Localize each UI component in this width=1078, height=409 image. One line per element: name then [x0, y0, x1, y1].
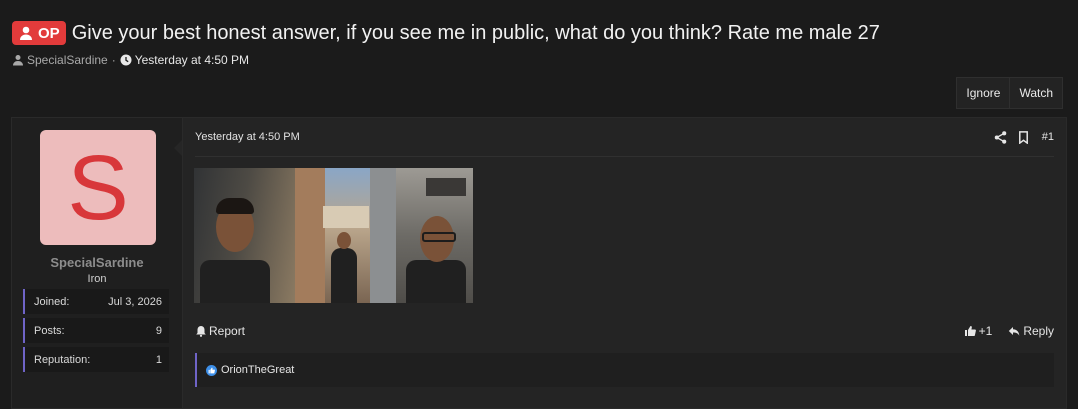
thread-title: Give your best honest answer, if you see… — [71, 21, 880, 44]
report-button[interactable]: Report — [195, 324, 245, 338]
post-arrow — [174, 140, 182, 156]
post-content: Yesterday at 4:50 PM #1 Report +1 Reply … — [183, 118, 1066, 408]
ignore-button[interactable]: Ignore — [957, 78, 1010, 108]
thumbs-up-icon — [964, 326, 976, 336]
thread-meta: SpecialSardine · Yesterday at 4:50 PM — [12, 53, 1066, 67]
thread-actions: Ignore Watch — [956, 77, 1063, 109]
avatar-letter: S — [67, 136, 129, 239]
post-header: Yesterday at 4:50 PM #1 — [195, 118, 1054, 157]
watch-button[interactable]: Watch — [1009, 78, 1062, 108]
op-badge: OP — [12, 21, 66, 45]
stat-value: Jul 3, 2026 — [108, 295, 162, 308]
bookmark-icon[interactable] — [1017, 130, 1030, 144]
reply-icon — [1009, 327, 1020, 336]
reactions-bar: OrionTheGreat — [195, 353, 1054, 387]
like-count: +1 — [978, 324, 993, 338]
reply-label: Reply — [1023, 324, 1054, 338]
stat-posts: Posts: 9 — [23, 318, 169, 343]
reply-button[interactable]: Reply — [1008, 324, 1054, 338]
post-footer-actions: +1 Reply — [964, 324, 1054, 338]
user-icon — [13, 55, 23, 66]
thread-header: OP Give your best honest answer, if you … — [12, 18, 1066, 67]
post: S SpecialSardine Iron Joined: Jul 3, 202… — [11, 117, 1067, 409]
share-icon[interactable] — [994, 130, 1007, 144]
user-stats: Joined: Jul 3, 2026 Posts: 9 Reputation:… — [23, 289, 169, 376]
title-row: OP Give your best honest answer, if you … — [12, 18, 1066, 48]
photo-bridge — [295, 168, 396, 303]
stat-label: Reputation: — [34, 353, 91, 366]
post-header-icons: #1 — [994, 130, 1054, 144]
stat-label: Posts: — [34, 324, 65, 337]
thread-time-link[interactable]: Yesterday at 4:50 PM — [135, 53, 249, 67]
stat-reputation: Reputation: 1 — [23, 347, 169, 372]
post-date-link[interactable]: Yesterday at 4:50 PM — [195, 131, 300, 143]
report-label: Report — [209, 324, 246, 338]
photo-selfie-1 — [194, 168, 295, 303]
stat-joined: Joined: Jul 3, 2026 — [23, 289, 169, 314]
thread-author-link[interactable]: SpecialSardine — [27, 53, 108, 67]
post-number-link[interactable]: #1 — [1042, 131, 1054, 143]
bell-icon — [196, 326, 206, 337]
clock-icon — [120, 54, 132, 66]
avatar[interactable]: S — [40, 130, 156, 245]
stat-value: 9 — [155, 324, 162, 337]
like-button[interactable]: +1 — [964, 324, 993, 338]
meta-separator: · — [111, 53, 116, 67]
stat-value: 1 — [155, 353, 162, 366]
post-username[interactable]: SpecialSardine — [12, 255, 182, 270]
stat-label: Joined: — [34, 295, 70, 308]
user-rank: Iron — [87, 273, 107, 285]
post-image-attachment[interactable] — [194, 168, 473, 303]
reactor-link[interactable]: OrionTheGreat — [221, 364, 294, 376]
like-reaction-icon — [206, 364, 217, 376]
post-footer: Report +1 Reply — [195, 322, 1054, 340]
op-badge-label: OP — [38, 24, 60, 42]
user-icon — [20, 26, 32, 40]
photo-selfie-2 — [396, 168, 473, 303]
post-user-column: S SpecialSardine Iron Joined: Jul 3, 202… — [12, 118, 183, 408]
